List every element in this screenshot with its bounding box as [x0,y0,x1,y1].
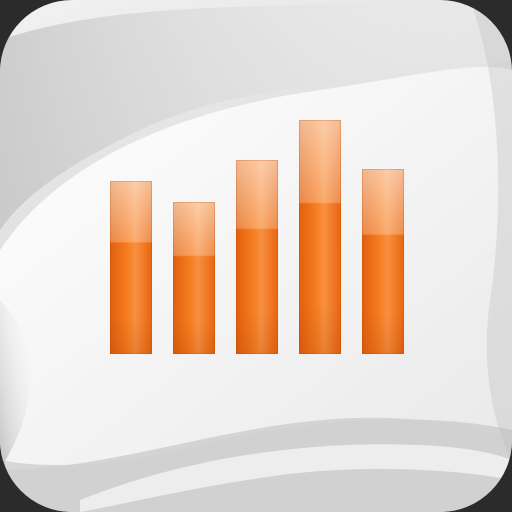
bar-chart-icon [0,0,512,512]
bar-4 [299,120,341,354]
bar-1 [110,181,152,354]
app-icon[interactable] [0,0,512,512]
bar-3 [236,160,278,354]
bar-2 [173,202,215,354]
bar-5 [362,169,404,354]
